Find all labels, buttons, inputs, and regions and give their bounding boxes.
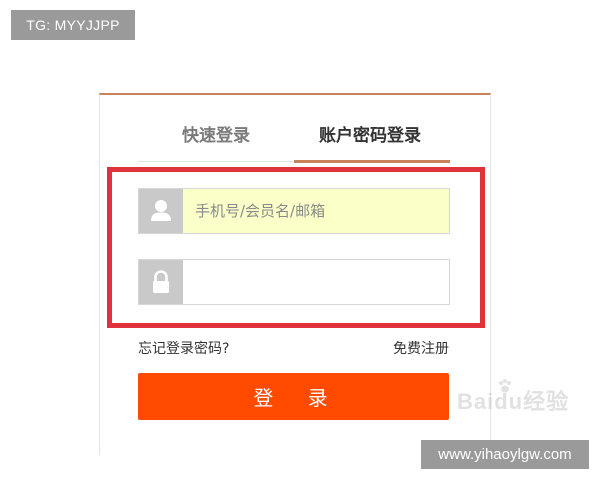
username-input[interactable] (183, 189, 449, 233)
active-tab-underline (294, 160, 450, 163)
tab-quick-login[interactable]: 快速登录 (146, 122, 286, 150)
register-link[interactable]: 免费注册 (393, 338, 449, 358)
forgot-password-link[interactable]: 忘记登录密码? (138, 338, 229, 358)
site-badge: www.yihaoylgw.com (421, 440, 589, 469)
baidu-watermark: Baidu经验 (453, 376, 573, 416)
watermark-text: Baidu经验 (457, 389, 570, 414)
password-input[interactable] (183, 260, 449, 304)
lock-icon (139, 260, 183, 304)
username-field (138, 188, 450, 234)
password-field (138, 259, 450, 305)
login-button[interactable]: 登 录 (138, 373, 449, 420)
user-icon (139, 189, 183, 233)
tg-badge: TG: MYYJJPP (11, 10, 135, 40)
tab-account-password-login[interactable]: 账户密码登录 (300, 122, 440, 150)
